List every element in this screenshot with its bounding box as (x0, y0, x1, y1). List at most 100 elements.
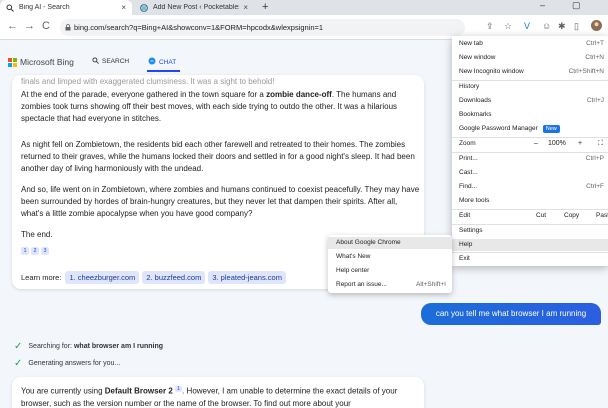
chat-tab-label: CHAT (159, 58, 177, 66)
chat-tab-underline (147, 70, 180, 72)
extension-v-icon[interactable]: V (524, 21, 530, 31)
address-bar[interactable]: bing.com/search?q=Bing+AI&showconv=1&FOR… (60, 19, 465, 36)
check-icon: ✓ (14, 341, 23, 352)
learn-more: Learn more: 1. cheezburger.com 2. buzzfe… (21, 271, 289, 284)
bing-logo[interactable]: Microsoft Bing (8, 57, 74, 67)
puzzle-icon[interactable]: ✱ (558, 21, 566, 32)
avatar[interactable] (591, 20, 602, 33)
menu-shortcut: Ctrl+Shift+N (568, 68, 604, 75)
paste-button[interactable]: Past (596, 210, 608, 222)
menu-label: Cast... (459, 169, 478, 176)
check-icon: ✓ (14, 358, 23, 369)
menu-shortcut: Ctrl+N (585, 54, 604, 61)
cut-button[interactable]: Cut (536, 210, 546, 222)
menu-bookmarks[interactable]: Bookmarks (452, 109, 608, 121)
source-link[interactable]: 2. buzzfeed.com (142, 271, 206, 284)
menu-label: Edit (459, 212, 471, 219)
back-icon[interactable]: ← (7, 20, 18, 32)
tab-bing-ai[interactable]: Bing AI - Search × (0, 0, 132, 15)
answer-text: You are currently using (21, 386, 105, 396)
menu-label: Print... (459, 155, 478, 162)
menu-settings[interactable]: Settings (452, 225, 608, 237)
menu-exit[interactable]: Exit (452, 253, 608, 265)
forward-icon[interactable]: → (24, 20, 35, 32)
learn-more-label: Learn more: (21, 273, 62, 282)
sidepanel-icon[interactable]: ▯ (574, 21, 579, 32)
chat-tab[interactable]: CHAT (148, 57, 176, 67)
progress-text: Generating answers for you... (28, 360, 121, 367)
menu-label: Help center (336, 267, 370, 274)
answer-card: You are currently using Default Browser … (12, 377, 424, 408)
search-tab[interactable]: SEARCH (92, 57, 129, 66)
search-icon (92, 57, 99, 66)
menu-label: Settings (459, 227, 483, 234)
menu-edit: Edit Cut Copy Past (452, 210, 608, 222)
menu-label: Bookmarks (459, 111, 492, 118)
tab-title: Bing AI - Search (19, 4, 70, 11)
paragraph-2: As night fell on Zombietown, the residen… (21, 140, 415, 173)
close-icon[interactable]: × (243, 3, 248, 12)
progress-query: what browser am I running (73, 343, 164, 350)
copy-button[interactable]: Copy (564, 210, 579, 222)
tab-add-new-post[interactable]: W Add New Post ‹ Pocketables — W × (134, 0, 254, 15)
menu-label: Help (459, 241, 473, 248)
answer-bold: Default Browser 2 (104, 386, 173, 396)
chat-icon (148, 57, 156, 67)
menu-shortcut: Ctrl+P (585, 155, 604, 162)
menu-downloads[interactable]: Downloads Ctrl+J (452, 95, 608, 107)
menu-new-window[interactable]: New window Ctrl+N (452, 52, 608, 64)
submenu-about-chrome[interactable]: About Google Chrome (328, 237, 452, 249)
progress-searching: ✓ Searching for: what browser am I runni… (14, 341, 163, 352)
menu-label: What's New (336, 253, 371, 260)
close-icon[interactable]: × (121, 3, 126, 12)
menu-print[interactable]: Print... Ctrl+P (452, 153, 608, 165)
minimize-icon[interactable]: – (540, 0, 545, 10)
brand-name: Microsoft Bing (20, 57, 74, 67)
chrome-menu: New tab Ctrl+T New window Ctrl+N New Incog… (452, 36, 608, 266)
menu-new-tab[interactable]: New tab Ctrl+T (452, 38, 608, 50)
menu-label: Downloads (459, 97, 492, 104)
help-submenu: About Google Chrome What's New Help cent… (328, 235, 452, 293)
svg-text:W: W (142, 6, 147, 12)
menu-zoom: Zoom – 100% + ⛶ (452, 138, 608, 150)
reload-icon[interactable]: C (42, 20, 50, 32)
menu-help[interactable]: Help (452, 239, 608, 251)
menu-incognito[interactable]: New Incognito window Ctrl+Shift+N (452, 66, 608, 78)
citation-badge[interactable]: 3 (41, 247, 49, 255)
menu-label: Zoom (459, 140, 476, 147)
menu-cast[interactable]: Cast... (452, 167, 608, 179)
wordpress-icon: W (140, 3, 148, 12)
fullscreen-icon[interactable]: ⛶ (598, 138, 603, 150)
source-link[interactable]: 3. pleated-jeans.com (208, 271, 286, 284)
submenu-whats-new[interactable]: What's New (328, 251, 452, 263)
search-tab-label: SEARCH (102, 58, 130, 65)
zoom-out-button[interactable]: – (534, 138, 538, 150)
menu-history[interactable]: History (452, 81, 608, 93)
extension-icon[interactable]: ☺ (542, 21, 551, 31)
menu-find[interactable]: Find... Ctrl+F (452, 181, 608, 193)
citation-list: 1 2 3 (21, 247, 49, 255)
maximize-icon[interactable]: ▢ (572, 0, 581, 11)
share-icon[interactable]: ⇪ (486, 21, 494, 32)
menu-shortcut: Ctrl+T (586, 40, 604, 47)
menu-password-manager[interactable]: Google Password Manager New (452, 123, 608, 135)
menu-label: About Google Chrome (336, 239, 401, 246)
citation-badge[interactable]: 1 (21, 247, 29, 255)
new-tab-button[interactable]: + (262, 1, 268, 13)
menu-shortcut: Ctrl+F (586, 183, 604, 190)
star-icon[interactable]: ☆ (504, 21, 512, 32)
zoom-level: 100% (548, 140, 566, 147)
menu-more-tools[interactable]: More tools (452, 195, 608, 207)
menu-label: Google Password Manager (459, 125, 538, 132)
paragraph-text: At the end of the parade, everyone gathe… (21, 90, 267, 99)
bold-text: zombie dance-off (266, 90, 332, 99)
source-link[interactable]: 1. cheezburger.com (65, 271, 140, 284)
citation-badge[interactable]: 2 (31, 247, 39, 255)
zoom-in-button[interactable]: + (578, 138, 582, 150)
submenu-report-issue[interactable]: Report an issue... Alt+Shift+I (328, 279, 452, 291)
paragraph-3: And so, life went on in Zombietown, wher… (21, 185, 420, 218)
progress-text: Searching for: (28, 343, 72, 350)
submenu-help-center[interactable]: Help center (328, 265, 452, 277)
menu-shortcut: Ctrl+J (586, 97, 604, 104)
microsoft-logo-icon (8, 57, 17, 67)
